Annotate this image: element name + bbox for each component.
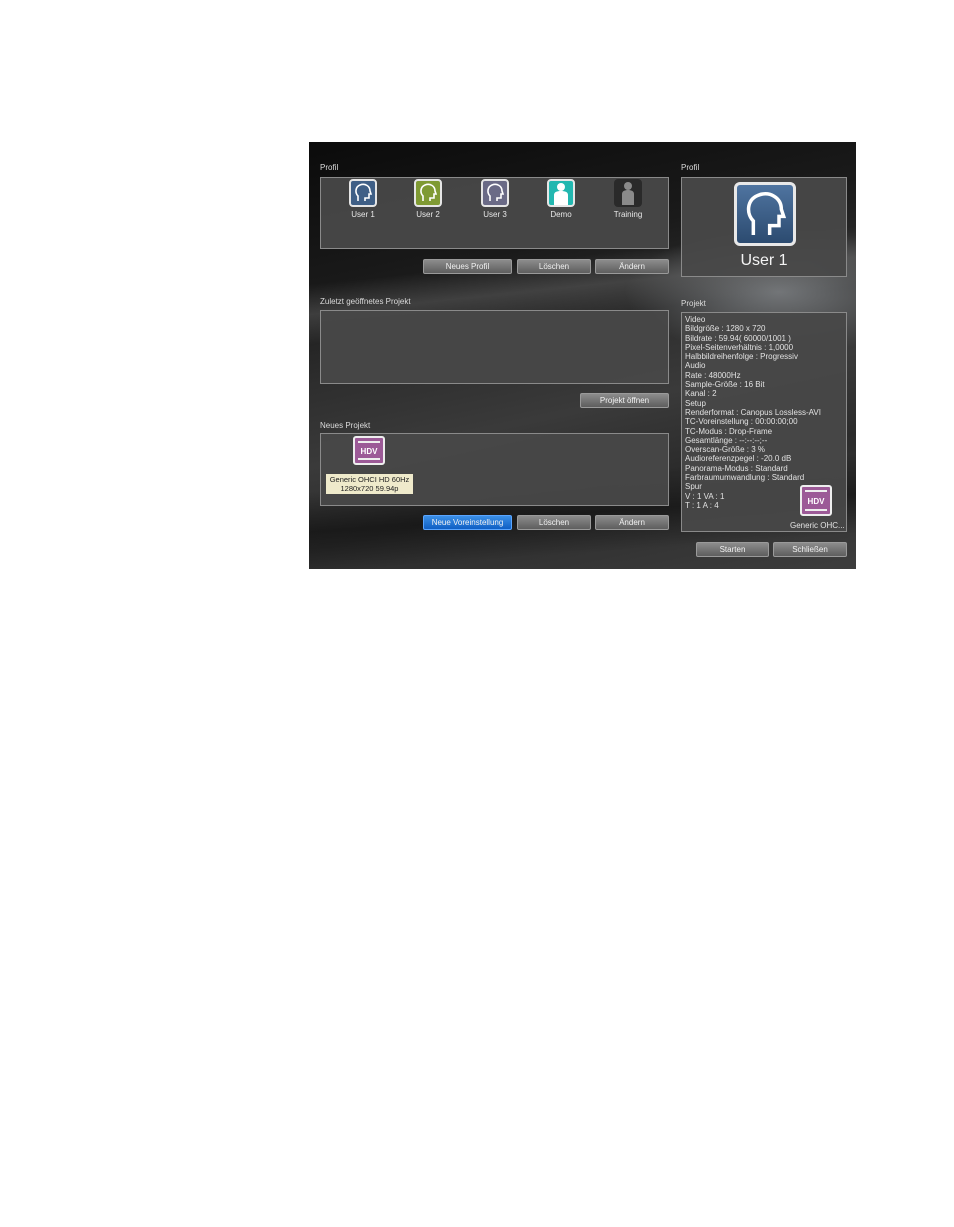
info-line: Bildgröße : 1280 x 720 <box>685 324 766 334</box>
profile-user-1[interactable]: User 1 <box>343 179 383 219</box>
head-icon <box>414 179 442 207</box>
profile-user-label: User 3 <box>483 210 507 219</box>
profile-user-2[interactable]: User 2 <box>408 179 448 219</box>
project-info-title: Projekt <box>681 299 706 308</box>
profile-user-label: User 1 <box>351 210 375 219</box>
delete-preset-button[interactable]: Löschen <box>517 515 591 530</box>
info-line: Setup <box>685 398 706 408</box>
selected-profile-name: User 1 <box>740 252 788 269</box>
project-preset-label: Generic OHC... <box>790 521 845 530</box>
info-line: Audio <box>685 361 706 371</box>
new-project-title: Neues Projekt <box>320 421 371 430</box>
start-button[interactable]: Starten <box>696 542 769 557</box>
person-icon <box>614 179 642 207</box>
recent-project-title: Zuletzt geöffnetes Projekt <box>320 297 411 306</box>
profile-section-title: Profil <box>320 163 339 172</box>
info-line: Gesamtlänge : --:--:--;-- <box>685 435 768 445</box>
hdv-badge-text: HDV <box>807 497 825 506</box>
info-line: Farbraumumwandlung : Standard <box>685 473 805 483</box>
new-profile-button[interactable]: Neues Profil <box>423 259 512 274</box>
profile-demo[interactable]: Demo <box>541 179 581 219</box>
profile-user-label: User 2 <box>416 210 440 219</box>
info-line: Renderformat : Canopus Lossless-AVI <box>685 407 821 417</box>
preset-format: 1280x720 59.94p <box>340 484 399 493</box>
project-info-text: Video Bildgröße : 1280 x 720 Bildrate : … <box>685 315 821 510</box>
open-project-button[interactable]: Projekt öffnen <box>580 393 669 408</box>
change-preset-button[interactable]: Ändern <box>595 515 669 530</box>
hdv-badge-text: HDV <box>360 447 378 456</box>
info-line: Sample-Größe : 16 Bit <box>685 380 765 390</box>
profile-user-label: Demo <box>550 210 572 219</box>
info-line: TC-Voreinstellung : 00:00:00;00 <box>685 417 798 427</box>
project-dialog: Profil User 1 User 2 User 3 Demo Trainin… <box>309 142 856 569</box>
head-icon <box>481 179 509 207</box>
info-line: Pixel-Seitenverhältnis : 1,0000 <box>685 342 794 352</box>
preset-caption[interactable]: Generic OHCI HD 60Hz 1280x720 59.94p <box>326 474 413 494</box>
info-line: Video <box>685 315 706 324</box>
delete-profile-button[interactable]: Löschen <box>517 259 591 274</box>
info-line: Overscan-Größe : 3 % <box>685 445 766 455</box>
selected-profile-title: Profil <box>681 163 700 172</box>
profile-user-3[interactable]: User 3 <box>475 179 515 219</box>
close-button[interactable]: Schließen <box>773 542 847 557</box>
preset-name: Generic OHCI HD 60Hz <box>329 475 410 484</box>
selected-profile-panel: User 1 <box>681 177 847 277</box>
info-line: Audioreferenzpegel : -20.0 dB <box>685 454 792 464</box>
info-line: Kanal : 2 <box>685 389 717 399</box>
info-line: Halbbildreihenfolge : Progressiv <box>685 352 798 362</box>
hdv-preset-icon[interactable]: HDV <box>353 436 385 465</box>
profile-training[interactable]: Training <box>608 179 648 219</box>
info-line: Panorama-Modus : Standard <box>685 463 788 473</box>
person-icon <box>547 179 575 207</box>
profile-user-label: Training <box>613 210 643 219</box>
info-line: Bildrate : 59.94( 60000/1001 ) <box>685 333 791 343</box>
recent-project-list[interactable] <box>320 310 669 384</box>
info-line: TC-Modus : Drop-Frame <box>685 426 773 436</box>
head-icon <box>349 179 377 207</box>
new-preset-button[interactable]: Neue Voreinstellung <box>423 515 512 530</box>
info-line: Rate : 48000Hz <box>685 370 741 380</box>
change-profile-button[interactable]: Ändern <box>595 259 669 274</box>
hdv-preset-icon: HDV <box>800 485 832 516</box>
head-icon <box>734 182 796 246</box>
